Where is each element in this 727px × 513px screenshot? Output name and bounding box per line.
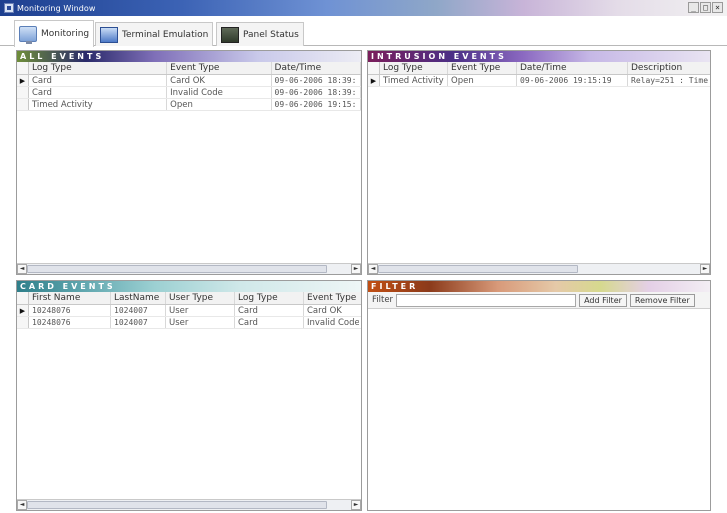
- grid-header-row: Log Type Event Type Date/Time Descriptio…: [368, 62, 710, 75]
- card-events-panel: CARD EVENTS First Name LastName User Typ…: [16, 280, 362, 511]
- tab-label: Terminal Emulation: [122, 29, 209, 40]
- scroll-thumb[interactable]: [27, 265, 327, 273]
- table-row[interactable]: Card Invalid Code 09-06-2006 18:39:: [17, 87, 361, 99]
- horizontal-scrollbar[interactable]: ◄ ►: [17, 499, 361, 510]
- minimize-button[interactable]: _: [688, 2, 699, 13]
- scroll-right-icon[interactable]: ►: [351, 264, 361, 274]
- column-header-log-type[interactable]: Log Type: [29, 62, 168, 74]
- filter-label: Filter: [372, 295, 394, 305]
- app-icon: [4, 3, 14, 13]
- scroll-thumb[interactable]: [378, 265, 578, 273]
- grid-header-row: Log Type Event Type Date/Time: [17, 62, 361, 75]
- column-header-event-type[interactable]: Event Type: [304, 292, 359, 304]
- column-header-description[interactable]: Description: [628, 62, 710, 74]
- table-row[interactable]: ▶ Timed Activity Open 09-06-2006 19:15:1…: [368, 75, 710, 87]
- table-row[interactable]: ▶ 10248076 1024007 User Card Card OK: [17, 305, 361, 317]
- column-header-event-type[interactable]: Event Type: [167, 62, 272, 74]
- row-selector-arrow-icon: ▶: [17, 75, 29, 86]
- filter-header: FILTER: [368, 281, 710, 292]
- intrusion-events-grid: Log Type Event Type Date/Time Descriptio…: [368, 62, 710, 274]
- table-row[interactable]: 10248076 1024007 User Card Invalid Code: [17, 317, 361, 329]
- column-header-log-type[interactable]: Log Type: [380, 62, 448, 74]
- row-selector-arrow-icon: ▶: [17, 305, 29, 316]
- all-events-header: ALL EVENTS: [17, 51, 361, 62]
- scroll-left-icon[interactable]: ◄: [17, 264, 27, 274]
- tab-bar: Monitoring Terminal Emulation Panel Stat…: [0, 16, 727, 47]
- table-row[interactable]: Timed Activity Open 09-06-2006 19:15:: [17, 99, 361, 111]
- monitor-icon: [19, 26, 37, 44]
- filter-bar: Filter Add Filter Remove Filter: [368, 292, 710, 309]
- card-events-header: CARD EVENTS: [17, 281, 361, 292]
- close-button[interactable]: ×: [712, 2, 723, 13]
- scroll-right-icon[interactable]: ►: [351, 500, 361, 510]
- column-header-date-time[interactable]: Date/Time: [517, 62, 628, 74]
- grid-header-row: First Name LastName User Type Log Type E…: [17, 292, 361, 305]
- scroll-thumb[interactable]: [27, 501, 327, 509]
- card-events-grid: First Name LastName User Type Log Type E…: [17, 292, 361, 510]
- window-controls: _ □ ×: [688, 2, 723, 13]
- tab-label: Monitoring: [41, 29, 90, 39]
- window-title: Monitoring Window: [17, 3, 96, 13]
- remove-filter-button[interactable]: Remove Filter: [629, 293, 695, 307]
- maximize-button[interactable]: □: [700, 2, 711, 13]
- column-header-log-type[interactable]: Log Type: [235, 292, 304, 304]
- scroll-left-icon[interactable]: ◄: [368, 264, 378, 274]
- horizontal-scrollbar[interactable]: ◄ ►: [368, 263, 710, 274]
- terminal-icon: [100, 26, 118, 43]
- tab-terminal-emulation[interactable]: Terminal Emulation: [95, 22, 214, 46]
- table-row[interactable]: ▶ Card Card OK 09-06-2006 18:39:: [17, 75, 361, 87]
- filter-input[interactable]: [396, 293, 577, 307]
- scroll-right-icon[interactable]: ►: [700, 264, 710, 274]
- tab-label: Panel Status: [243, 29, 299, 40]
- column-header-user-type[interactable]: User Type: [166, 292, 235, 304]
- horizontal-scrollbar[interactable]: ◄ ►: [17, 263, 361, 274]
- tab-panel-status[interactable]: Panel Status: [216, 22, 304, 46]
- column-header-last-name[interactable]: LastName: [111, 292, 166, 304]
- intrusion-events-header: INTRUSION EVENTS: [368, 51, 710, 62]
- column-header-date-time[interactable]: Date/Time: [272, 62, 361, 74]
- column-header-event-type[interactable]: Event Type: [448, 62, 517, 74]
- panel-icon: [221, 26, 239, 43]
- column-header-first-name[interactable]: First Name: [29, 292, 111, 304]
- row-selector-arrow-icon: ▶: [368, 75, 380, 86]
- all-events-grid: Log Type Event Type Date/Time ▶ Card Car…: [17, 62, 361, 274]
- add-filter-button[interactable]: Add Filter: [579, 293, 627, 307]
- tab-monitoring[interactable]: Monitoring: [14, 20, 95, 47]
- filter-panel: FILTER Filter Add Filter Remove Filter: [367, 280, 711, 511]
- scroll-left-icon[interactable]: ◄: [17, 500, 27, 510]
- title-bar: Monitoring Window _ □ ×: [0, 0, 727, 16]
- intrusion-events-panel: INTRUSION EVENTS Log Type Event Type Dat…: [367, 50, 711, 275]
- all-events-panel: ALL EVENTS Log Type Event Type Date/Time…: [16, 50, 362, 275]
